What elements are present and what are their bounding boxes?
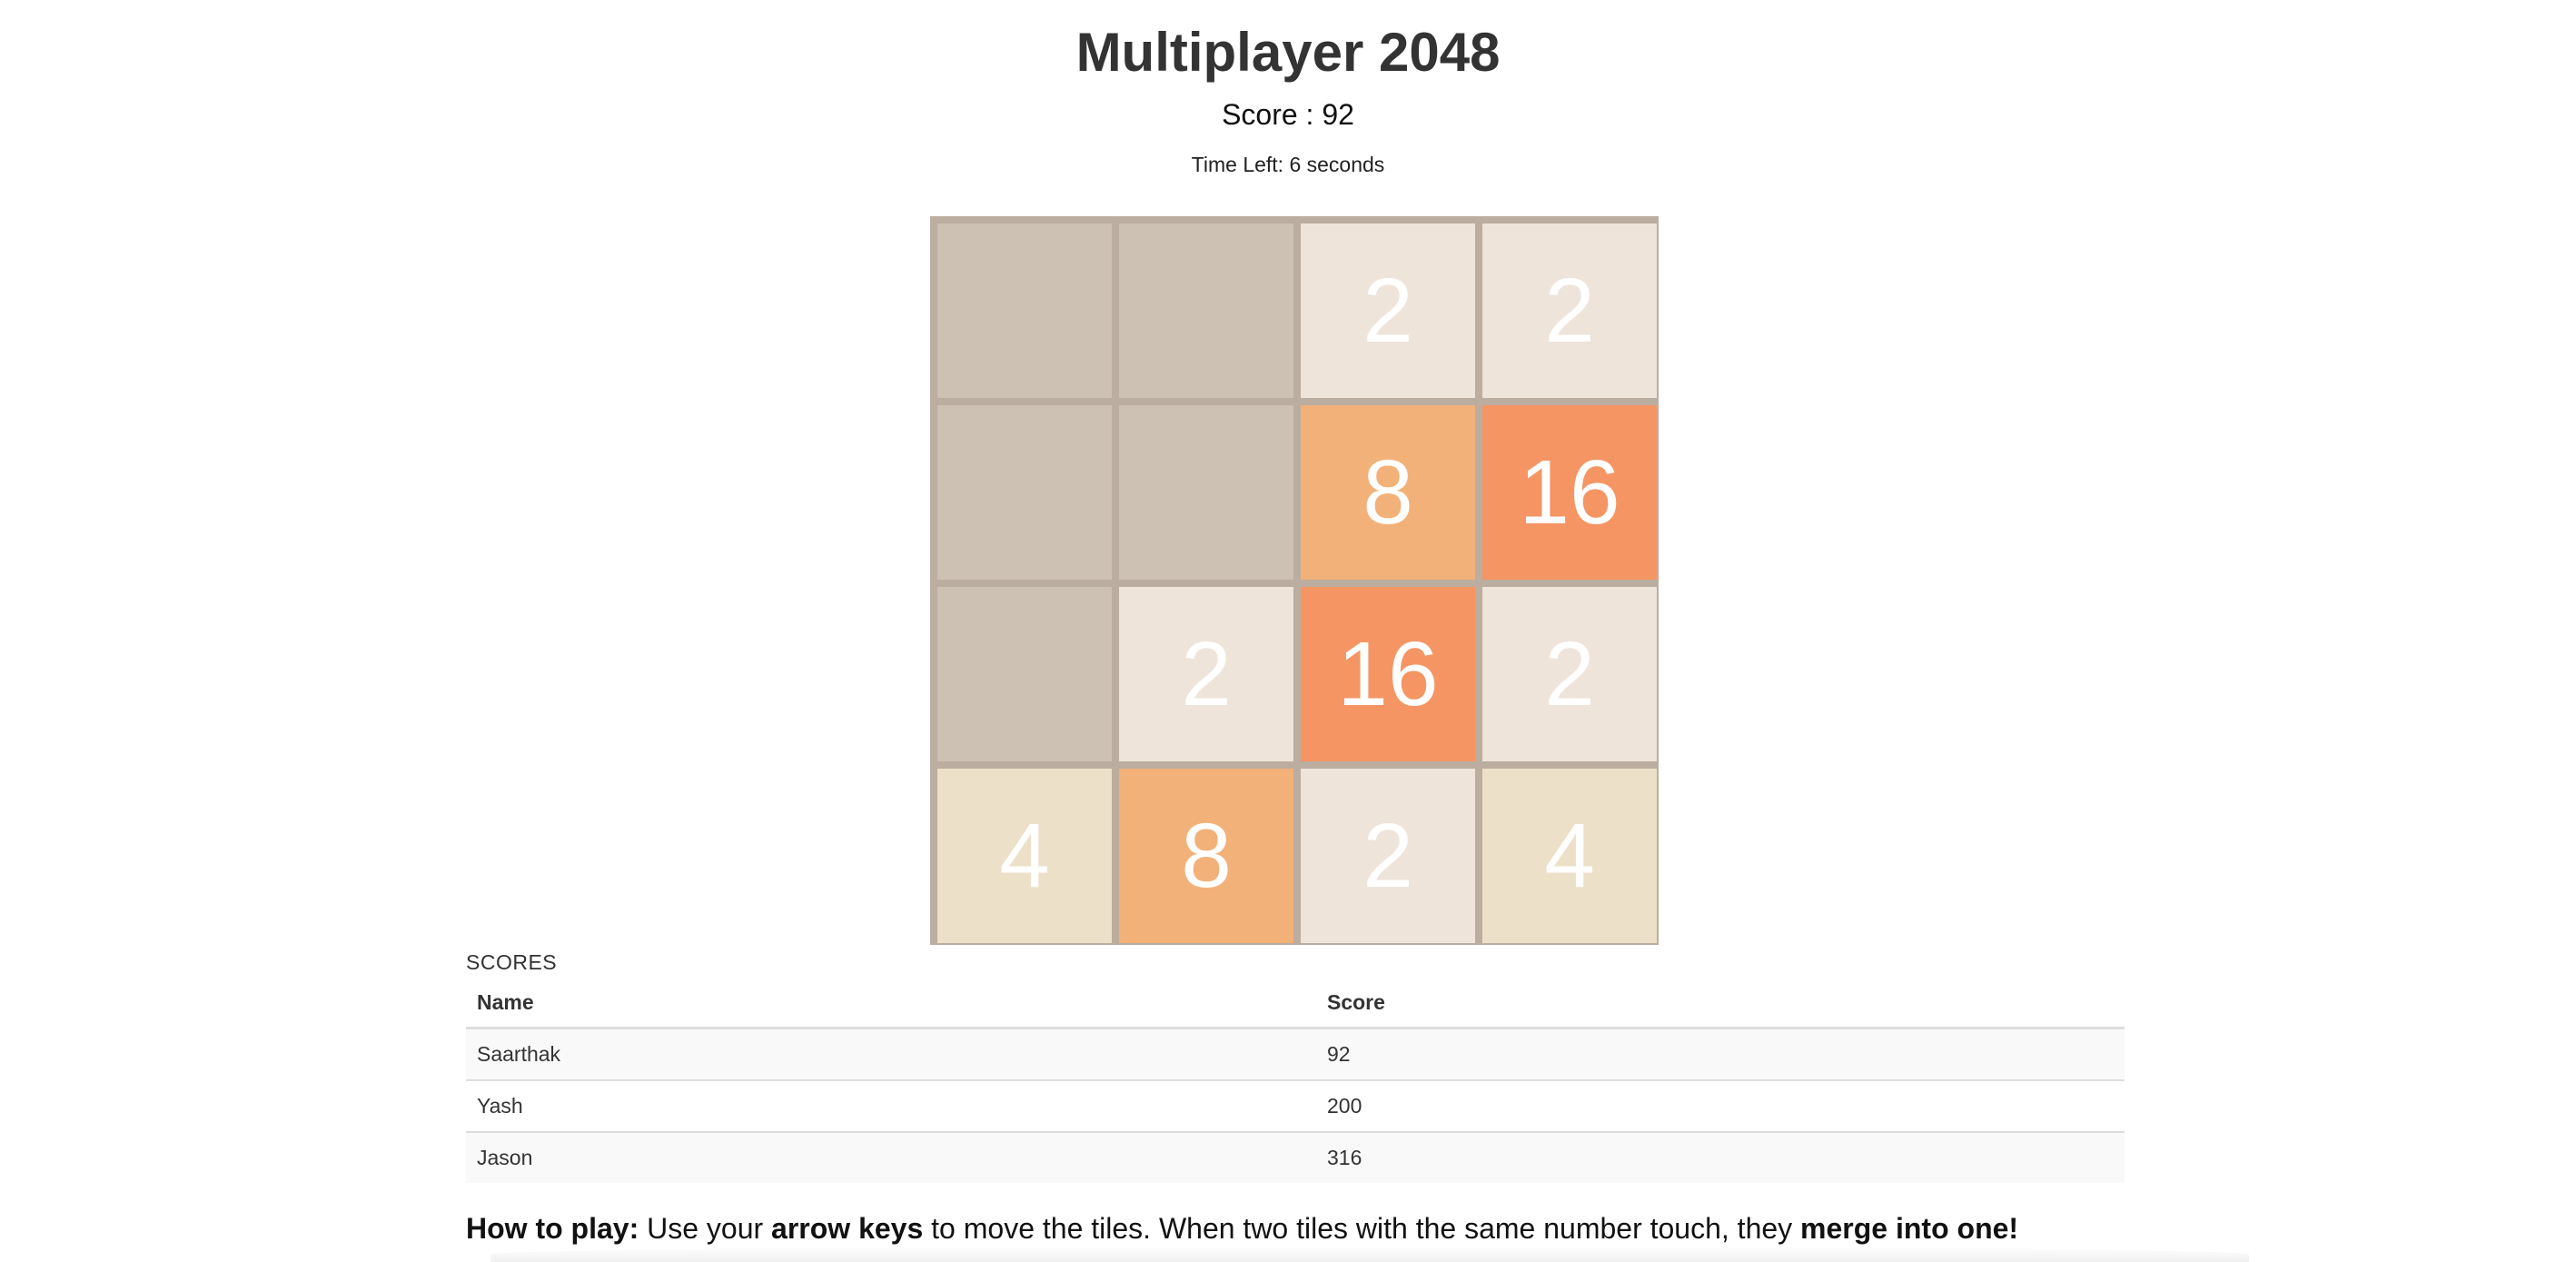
merge-text: merge into one!: [1800, 1212, 2019, 1245]
bottom-shadow: [490, 1247, 2249, 1262]
tile-2: 2: [1301, 769, 1475, 943]
table-row: Saarthak 92: [466, 1027, 2125, 1080]
tile-8: 8: [1119, 769, 1293, 943]
tile-2: 2: [1482, 224, 1657, 398]
how-to-play-label: How to play:: [466, 1212, 639, 1245]
player-name: Jason: [466, 1131, 1316, 1183]
current-score: Score : 92: [1222, 98, 1354, 131]
scores-caption: SCORES: [466, 950, 558, 974]
game-board[interactable]: 2 2 8 16 2 16 2 4 8 2 4: [930, 216, 1659, 945]
how-to-play-text: Use your: [639, 1212, 772, 1245]
table-row: Yash 200: [466, 1079, 2125, 1132]
tile-4: 4: [1482, 769, 1657, 943]
player-name: Yash: [466, 1079, 1316, 1132]
player-score: 200: [1316, 1079, 2125, 1132]
tile-2: 2: [1119, 587, 1293, 761]
table-row: Jason 316: [466, 1131, 2125, 1183]
tile-2: 2: [1482, 587, 1657, 761]
time-left: Time Left: 6 seconds: [1191, 153, 1385, 176]
column-header-name: Name: [466, 978, 1316, 1029]
tile-16: 16: [1482, 405, 1657, 580]
tile-2: 2: [1301, 224, 1475, 398]
player-score: 316: [1316, 1131, 2125, 1183]
player-name: Saarthak: [466, 1027, 1316, 1080]
empty-cell: [937, 587, 1112, 761]
how-to-play: How to play: Use your arrow keys to move…: [466, 1210, 2018, 1247]
tile-4: 4: [937, 769, 1112, 943]
empty-cell: [937, 405, 1112, 580]
empty-cell: [1119, 405, 1293, 580]
empty-cell: [937, 224, 1112, 398]
arrow-keys-text: arrow keys: [771, 1212, 924, 1245]
scores-table: Name Score Saarthak 92 Yash 200 Jason 31…: [466, 978, 2125, 1183]
table-header-row: Name Score: [466, 978, 2125, 1029]
page-title: Multiplayer 2048: [1075, 22, 1501, 83]
column-header-score: Score: [1316, 978, 2125, 1029]
empty-cell: [1119, 224, 1293, 398]
tile-8: 8: [1301, 405, 1475, 580]
game-page: Multiplayer 2048 Score : 92 Time Left: 6…: [0, 0, 2576, 1262]
tile-16: 16: [1301, 587, 1475, 761]
player-score: 92: [1316, 1027, 2125, 1080]
how-to-play-text: to move the tiles. When two tiles with t…: [923, 1212, 1801, 1245]
